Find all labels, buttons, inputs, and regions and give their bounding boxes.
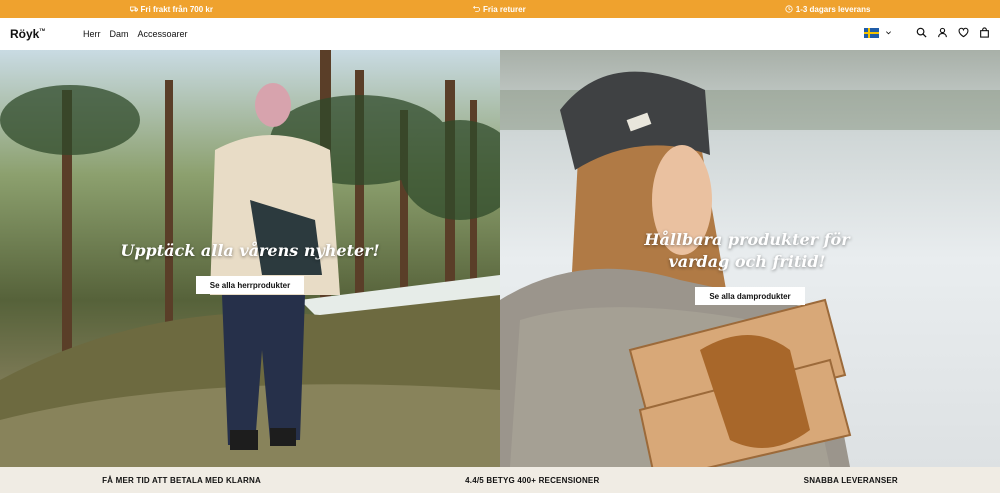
nav-item-dam[interactable]: Dam bbox=[110, 29, 129, 39]
announcement-returns: Fria returer bbox=[472, 5, 526, 14]
heart-icon[interactable] bbox=[958, 27, 969, 38]
announcement-shipping: Fri frakt från 700 kr bbox=[129, 4, 213, 14]
nav-item-herr[interactable]: Herr bbox=[83, 29, 101, 39]
announcement-delivery: 1-3 dagars leverans bbox=[785, 4, 871, 14]
search-icon[interactable] bbox=[916, 27, 927, 38]
announcement-text: Fria returer bbox=[483, 4, 526, 14]
language-selector[interactable] bbox=[864, 27, 892, 38]
header-actions bbox=[864, 27, 990, 38]
hero-women-title: Hållbara produkter för vardag och fritid… bbox=[644, 230, 850, 271]
usp-rating: 4.4/5 BETYG 400+ RECENSIONER bbox=[465, 475, 600, 485]
announcement-text: Fri frakt från 700 kr bbox=[140, 4, 213, 14]
logo-text: Röyk bbox=[10, 27, 40, 41]
account-icon[interactable] bbox=[937, 27, 948, 38]
site-header: RöykTM Herr Dam Accessoarer bbox=[0, 18, 1000, 50]
nav-item-accessoarer[interactable]: Accessoarer bbox=[138, 29, 188, 39]
main-nav: Herr Dam Accessoarer bbox=[83, 29, 188, 39]
women-products-button[interactable]: Se alla damprodukter bbox=[695, 287, 805, 305]
return-icon bbox=[473, 5, 481, 12]
usp-bar: FÅ MER TID ATT BETALA MED KLARNA 4.4/5 B… bbox=[0, 467, 1000, 493]
hero-men-title: Upptäck alla vårens nyheter! bbox=[120, 241, 380, 260]
hero-women: Hållbara produkter för vardag och fritid… bbox=[500, 50, 1000, 467]
men-products-button[interactable]: Se alla herrprodukter bbox=[196, 276, 304, 294]
truck-icon bbox=[129, 6, 138, 12]
sweden-flag-icon bbox=[864, 27, 879, 38]
hero-men: Upptäck alla vårens nyheter! Se alla her… bbox=[0, 50, 500, 467]
announcement-text: 1-3 dagars leverans bbox=[795, 4, 871, 14]
usp-delivery: SNABBA LEVERANSER bbox=[803, 475, 898, 485]
logo-trademark: TM bbox=[39, 27, 46, 32]
bag-icon[interactable] bbox=[979, 27, 990, 38]
usp-klarna: FÅ MER TID ATT BETALA MED KLARNA bbox=[102, 475, 261, 485]
clock-icon bbox=[785, 5, 793, 13]
logo[interactable]: RöykTM bbox=[10, 27, 45, 41]
announcement-bar: Fri frakt från 700 kr Fria returer 1-3 d… bbox=[0, 0, 1000, 18]
chevron-down-icon bbox=[886, 31, 891, 35]
